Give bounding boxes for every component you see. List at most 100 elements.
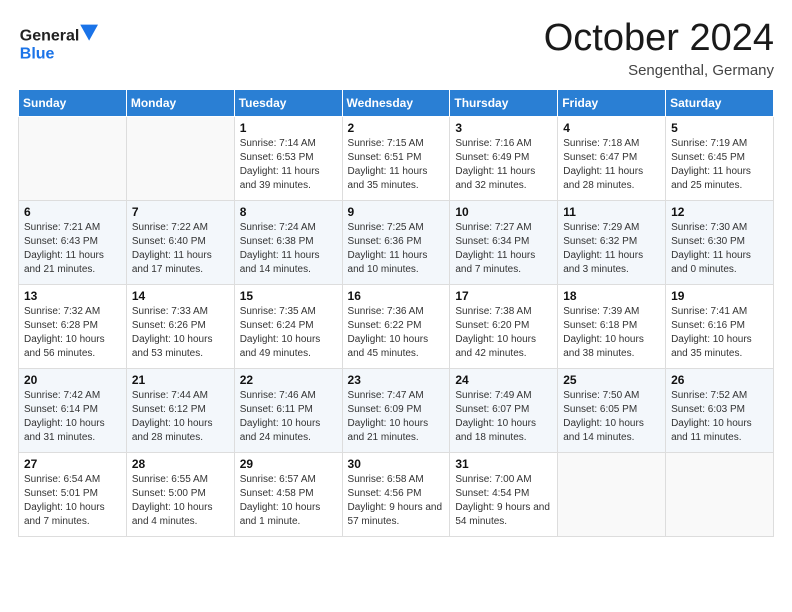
day-detail: Sunrise: 7:41 AMSunset: 6:16 PMDaylight:… <box>671 305 768 361</box>
day-number: 5 <box>671 121 768 135</box>
page-header: General Blue October 2024 Sengenthal, Ge… <box>18 18 774 79</box>
table-row: 26 Sunrise: 7:52 AMSunset: 6:03 PMDayligh… <box>666 368 774 452</box>
table-row: 3 Sunrise: 7:16 AMSunset: 6:49 PMDaylight… <box>450 116 558 200</box>
table-row: 10Sunrise: 7:27 AMSunset: 6:34 PMDayligh… <box>450 200 558 284</box>
day-detail: Sunrise: 7:49 AMSunset: 6:07 PMDaylight:… <box>455 389 552 445</box>
logo: General Blue <box>18 18 98 73</box>
day-number: 30 <box>348 457 445 471</box>
col-wednesday: Wednesday <box>342 89 450 116</box>
table-row: 4Sunrise: 7:18 AMSunset: 6:47 PMDaylight… <box>558 116 666 200</box>
table-row: 24 Sunrise: 7:49 AMSunset: 6:07 PMDayligh… <box>450 368 558 452</box>
day-number: 15 <box>240 289 337 303</box>
day-number: 22 <box>240 373 337 387</box>
day-number: 27 <box>24 457 121 471</box>
col-sunday: Sunday <box>19 89 127 116</box>
day-number: 1 <box>240 121 337 135</box>
calendar-week-row: 1 Sunrise: 7:14 AMSunset: 6:53 PMDaylight… <box>19 116 774 200</box>
table-row: 23Sunrise: 7:47 AMSunset: 6:09 PMDayligh… <box>342 368 450 452</box>
title-block: October 2024 Sengenthal, Germany <box>544 18 774 79</box>
day-detail: Sunrise: 7:16 AMSunset: 6:49 PMDaylight:… <box>455 137 552 193</box>
month-title: October 2024 <box>544 18 774 60</box>
day-detail: Sunrise: 7:46 AMSunset: 6:11 PMDaylight:… <box>240 389 337 445</box>
col-friday: Friday <box>558 89 666 116</box>
day-number: 4 <box>563 121 660 135</box>
day-number: 29 <box>240 457 337 471</box>
day-number: 2 <box>348 121 445 135</box>
table-row: 12Sunrise: 7:30 AMSunset: 6:30 PMDayligh… <box>666 200 774 284</box>
day-detail: Sunrise: 7:42 AMSunset: 6:14 PMDaylight:… <box>24 389 121 445</box>
day-detail: Sunrise: 7:32 AMSunset: 6:28 PMDaylight:… <box>24 305 121 361</box>
table-row: 9 Sunrise: 7:25 AMSunset: 6:36 PMDaylight… <box>342 200 450 284</box>
table-row <box>666 452 774 536</box>
day-number: 26 <box>671 373 768 387</box>
day-detail: Sunrise: 7:30 AMSunset: 6:30 PMDaylight:… <box>671 221 768 277</box>
table-row: 27Sunrise: 6:54 AMSunset: 5:01 PMDayligh… <box>19 452 127 536</box>
day-detail: Sunrise: 6:55 AMSunset: 5:00 PMDaylight:… <box>132 473 229 529</box>
day-detail: Sunrise: 7:29 AMSunset: 6:32 PMDaylight:… <box>563 221 660 277</box>
table-row: 17 Sunrise: 7:38 AMSunset: 6:20 PMDayligh… <box>450 284 558 368</box>
day-number: 18 <box>563 289 660 303</box>
day-number: 3 <box>455 121 552 135</box>
day-detail: Sunrise: 7:33 AMSunset: 6:26 PMDaylight:… <box>132 305 229 361</box>
location: Sengenthal, Germany <box>544 62 774 79</box>
table-row: 5Sunrise: 7:19 AMSunset: 6:45 PMDaylight… <box>666 116 774 200</box>
day-number: 23 <box>348 373 445 387</box>
day-number: 14 <box>132 289 229 303</box>
day-detail: Sunrise: 7:44 AMSunset: 6:12 PMDaylight:… <box>132 389 229 445</box>
table-row: 22 Sunrise: 7:46 AMSunset: 6:11 PMDayligh… <box>234 368 342 452</box>
table-row: 16Sunrise: 7:36 AMSunset: 6:22 PMDayligh… <box>342 284 450 368</box>
table-row: 21 Sunrise: 7:44 AMSunset: 6:12 PMDayligh… <box>126 368 234 452</box>
day-detail: Sunrise: 7:50 AMSunset: 6:05 PMDaylight:… <box>563 389 660 445</box>
day-number: 31 <box>455 457 552 471</box>
logo-svg: General Blue <box>18 18 98 73</box>
page-container: General Blue October 2024 Sengenthal, Ge… <box>0 0 792 547</box>
table-row <box>19 116 127 200</box>
col-tuesday: Tuesday <box>234 89 342 116</box>
day-detail: Sunrise: 7:22 AMSunset: 6:40 PMDaylight:… <box>132 221 229 277</box>
day-number: 6 <box>24 205 121 219</box>
svg-text:Blue: Blue <box>20 45 55 62</box>
day-detail: Sunrise: 6:58 AMSunset: 4:56 PMDaylight:… <box>348 473 445 529</box>
day-number: 17 <box>455 289 552 303</box>
calendar-week-row: 27Sunrise: 6:54 AMSunset: 5:01 PMDayligh… <box>19 452 774 536</box>
table-row: 7 Sunrise: 7:22 AMSunset: 6:40 PMDaylight… <box>126 200 234 284</box>
calendar-week-row: 13 Sunrise: 7:32 AMSunset: 6:28 PMDayligh… <box>19 284 774 368</box>
day-number: 20 <box>24 373 121 387</box>
day-number: 21 <box>132 373 229 387</box>
day-number: 8 <box>240 205 337 219</box>
col-monday: Monday <box>126 89 234 116</box>
day-detail: Sunrise: 7:21 AMSunset: 6:43 PMDaylight:… <box>24 221 121 277</box>
day-detail: Sunrise: 7:38 AMSunset: 6:20 PMDaylight:… <box>455 305 552 361</box>
day-number: 9 <box>348 205 445 219</box>
day-number: 7 <box>132 205 229 219</box>
calendar-week-row: 20 Sunrise: 7:42 AMSunset: 6:14 PMDayligh… <box>19 368 774 452</box>
day-detail: Sunrise: 7:52 AMSunset: 6:03 PMDaylight:… <box>671 389 768 445</box>
day-detail: Sunrise: 7:00 AMSunset: 4:54 PMDaylight:… <box>455 473 552 529</box>
day-number: 13 <box>24 289 121 303</box>
table-row: 15 Sunrise: 7:35 AMSunset: 6:24 PMDayligh… <box>234 284 342 368</box>
day-detail: Sunrise: 7:25 AMSunset: 6:36 PMDaylight:… <box>348 221 445 277</box>
col-thursday: Thursday <box>450 89 558 116</box>
day-detail: Sunrise: 7:35 AMSunset: 6:24 PMDaylight:… <box>240 305 337 361</box>
table-row <box>126 116 234 200</box>
day-number: 11 <box>563 205 660 219</box>
day-detail: Sunrise: 7:14 AMSunset: 6:53 PMDaylight:… <box>240 137 337 193</box>
day-number: 28 <box>132 457 229 471</box>
calendar-header-row: Sunday Monday Tuesday Wednesday Thursday… <box>19 89 774 116</box>
table-row: 11 Sunrise: 7:29 AMSunset: 6:32 PMDayligh… <box>558 200 666 284</box>
table-row: 30 Sunrise: 6:58 AMSunset: 4:56 PMDayligh… <box>342 452 450 536</box>
table-row: 1 Sunrise: 7:14 AMSunset: 6:53 PMDaylight… <box>234 116 342 200</box>
day-detail: Sunrise: 7:15 AMSunset: 6:51 PMDaylight:… <box>348 137 445 193</box>
svg-text:General: General <box>20 28 80 45</box>
table-row: 20 Sunrise: 7:42 AMSunset: 6:14 PMDayligh… <box>19 368 127 452</box>
day-detail: Sunrise: 7:24 AMSunset: 6:38 PMDaylight:… <box>240 221 337 277</box>
day-number: 24 <box>455 373 552 387</box>
table-row: 2 Sunrise: 7:15 AMSunset: 6:51 PMDaylight… <box>342 116 450 200</box>
day-detail: Sunrise: 7:39 AMSunset: 6:18 PMDaylight:… <box>563 305 660 361</box>
day-number: 19 <box>671 289 768 303</box>
day-number: 16 <box>348 289 445 303</box>
calendar-week-row: 6 Sunrise: 7:21 AMSunset: 6:43 PMDaylight… <box>19 200 774 284</box>
calendar-table: Sunday Monday Tuesday Wednesday Thursday… <box>18 89 774 537</box>
table-row: 19 Sunrise: 7:41 AMSunset: 6:16 PMDayligh… <box>666 284 774 368</box>
table-row: 28 Sunrise: 6:55 AMSunset: 5:00 PMDayligh… <box>126 452 234 536</box>
